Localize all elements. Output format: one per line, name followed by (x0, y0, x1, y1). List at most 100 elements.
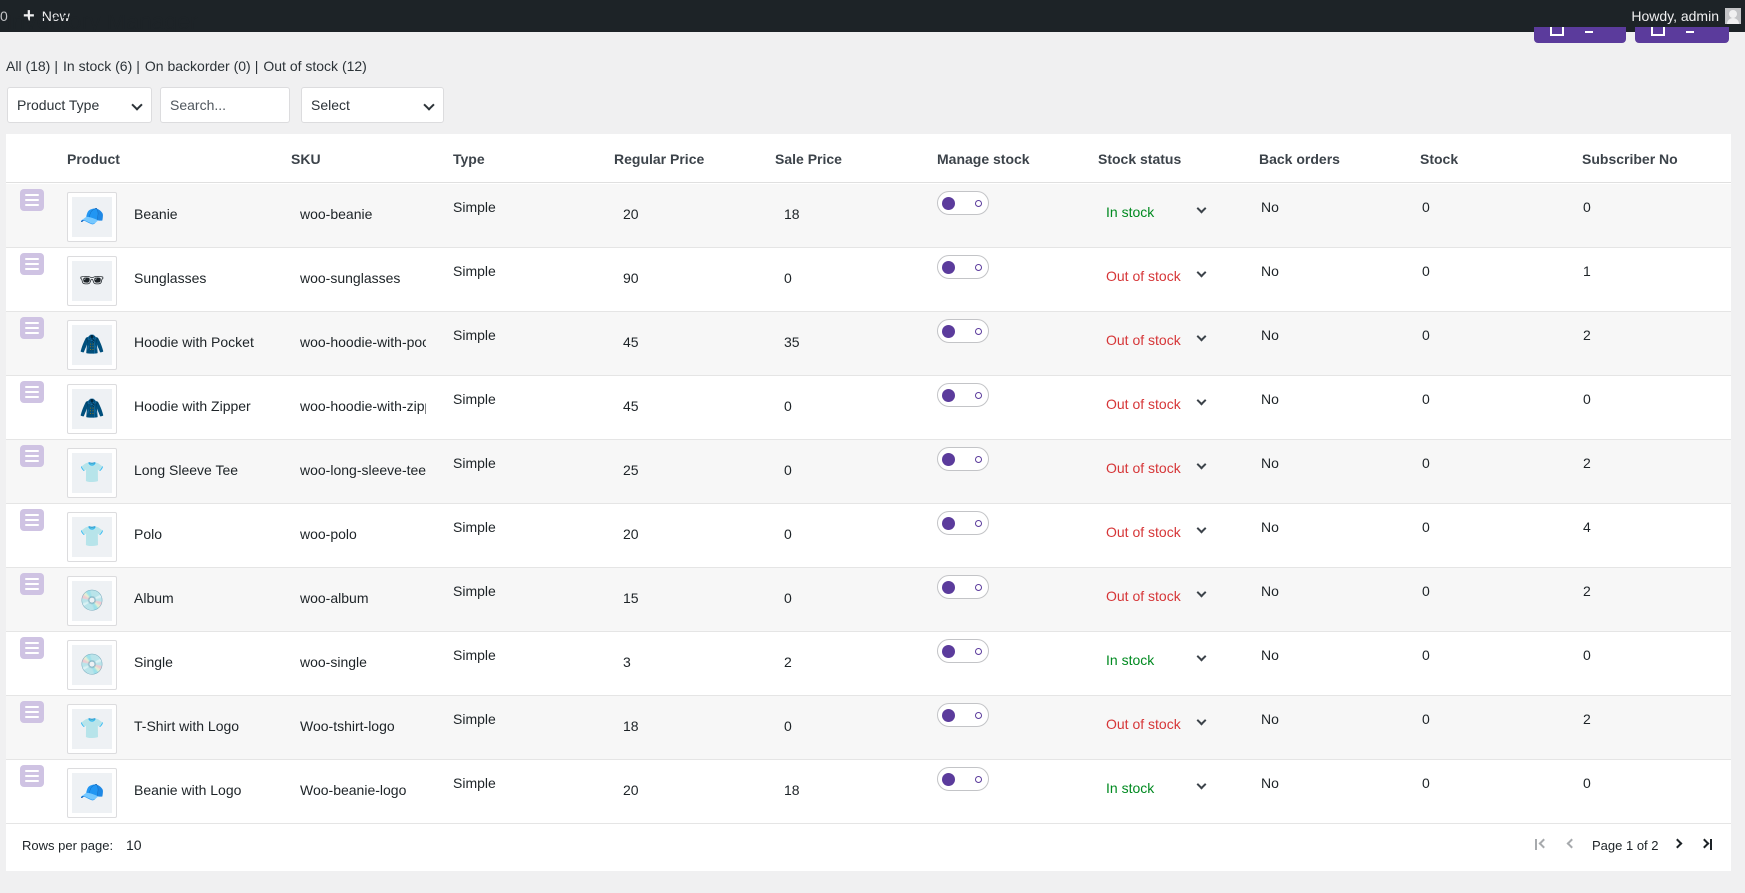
product-name[interactable]: Hoodie with Pocket (134, 334, 254, 350)
product-thumbnail[interactable]: 🧥 (67, 384, 117, 434)
manage-stock-toggle[interactable] (937, 447, 989, 471)
row-menu-icon[interactable] (20, 765, 44, 787)
regular-price[interactable]: 20 (623, 526, 639, 542)
manage-stock-toggle[interactable] (937, 255, 989, 279)
stock-status-select[interactable]: Out of stock (1106, 453, 1216, 477)
product-thumbnail[interactable]: 🕶 (67, 256, 117, 306)
sale-price[interactable]: 2 (784, 654, 792, 670)
product-thumbnail[interactable]: 👕 (67, 512, 117, 562)
stock-status-select[interactable]: Out of stock (1106, 389, 1216, 413)
manage-stock-toggle[interactable] (937, 319, 989, 343)
product-thumbnail[interactable]: 👕 (67, 448, 117, 498)
first-page-button[interactable] (1533, 836, 1549, 852)
product-name[interactable]: Beanie (134, 206, 178, 222)
product-thumbnail[interactable]: 💿 (67, 640, 117, 690)
stock-status-select[interactable]: Out of stock (1106, 261, 1216, 285)
col-sale-price[interactable]: Sale Price (775, 151, 842, 167)
filter-in-stock[interactable]: In stock (6) (63, 58, 132, 74)
row-menu-icon[interactable] (20, 509, 44, 531)
stock-status-select[interactable]: In stock (1106, 197, 1216, 221)
product-thumbnail[interactable]: 🧢 (67, 192, 117, 242)
regular-price[interactable]: 25 (623, 462, 639, 478)
manage-stock-toggle[interactable] (937, 767, 989, 791)
row-menu-icon[interactable] (20, 445, 44, 467)
rows-per-page-select[interactable]: 10 (126, 837, 142, 853)
regular-price[interactable]: 3 (623, 654, 631, 670)
product-name[interactable]: Long Sleeve Tee (134, 462, 238, 478)
row-menu-icon[interactable] (20, 701, 44, 723)
product-name[interactable]: Beanie with Logo (134, 782, 241, 798)
sale-price[interactable]: 0 (784, 462, 792, 478)
manage-stock-toggle[interactable] (937, 575, 989, 599)
regular-price[interactable]: 20 (623, 782, 639, 798)
sale-price[interactable]: 0 (784, 398, 792, 414)
row-menu-icon[interactable] (20, 381, 44, 403)
product-name[interactable]: Sunglasses (134, 270, 206, 286)
col-manage-stock[interactable]: Manage stock (937, 151, 1030, 167)
stock-status-select[interactable]: Out of stock (1106, 709, 1216, 733)
table-row: 👕 Long Sleeve Tee woo-long-sleeve-tee Simpl… (6, 440, 1731, 504)
regular-price[interactable]: 45 (623, 334, 639, 350)
col-back-orders[interactable]: Back orders (1259, 151, 1340, 167)
next-page-button[interactable] (1671, 836, 1687, 852)
regular-price[interactable]: 18 (623, 718, 639, 734)
sale-price[interactable]: 0 (784, 526, 792, 542)
sale-price[interactable]: 18 (784, 782, 800, 798)
search-input[interactable] (170, 97, 289, 113)
product-name[interactable]: T-Shirt with Logo (134, 718, 239, 734)
product-name[interactable]: Album (134, 590, 174, 606)
product-type-select[interactable]: Product Type (7, 87, 152, 123)
last-page-button[interactable] (1699, 836, 1715, 852)
row-menu-icon[interactable] (20, 253, 44, 275)
col-sku[interactable]: SKU (291, 151, 321, 167)
row-menu-icon[interactable] (20, 317, 44, 339)
search-box[interactable] (160, 87, 290, 123)
manage-stock-toggle[interactable] (937, 511, 989, 535)
product-thumbnail[interactable]: 👕 (67, 704, 117, 754)
sale-price[interactable]: 0 (784, 590, 792, 606)
sale-price[interactable]: 0 (784, 270, 792, 286)
subscriber-count: 1 (1583, 263, 1591, 279)
manage-stock-toggle[interactable] (937, 703, 989, 727)
stock-status-select[interactable]: In stock (1106, 773, 1216, 797)
product-thumbnail[interactable]: 💿 (67, 576, 117, 626)
manage-stock-toggle[interactable] (937, 383, 989, 407)
filter-out-of-stock[interactable]: Out of stock (12) (263, 58, 366, 74)
manage-stock-toggle[interactable] (937, 191, 989, 215)
filter-on-backorder[interactable]: On backorder (0) (145, 58, 251, 74)
stock-status-select[interactable]: In stock (1106, 645, 1216, 669)
row-menu-icon[interactable] (20, 189, 44, 211)
regular-price[interactable]: 45 (623, 398, 639, 414)
sale-price[interactable]: 0 (784, 718, 792, 734)
regular-price[interactable]: 15 (623, 590, 639, 606)
import-button[interactable] (1635, 27, 1729, 43)
prev-page-button[interactable] (1563, 836, 1579, 852)
regular-price[interactable]: 20 (623, 206, 639, 222)
rows-per-page-label: Rows per page: (22, 838, 114, 853)
bulk-select[interactable]: Select (301, 87, 444, 123)
col-stock-status[interactable]: Stock status (1098, 151, 1181, 167)
stock-status-select[interactable]: Out of stock (1106, 581, 1216, 605)
sale-price[interactable]: 35 (784, 334, 800, 350)
export-button[interactable] (1534, 27, 1626, 43)
filter-all[interactable]: All (18) (6, 58, 50, 74)
stock-quantity: 0 (1422, 199, 1430, 215)
col-regular-price[interactable]: Regular Price (614, 151, 704, 167)
row-menu-icon[interactable] (20, 573, 44, 595)
col-subscriber-no[interactable]: Subscriber No (1582, 151, 1678, 167)
product-thumbnail[interactable]: 🧢 (67, 768, 117, 818)
back-orders: No (1261, 199, 1279, 215)
stock-status-select[interactable]: Out of stock (1106, 517, 1216, 541)
col-product[interactable]: Product (67, 151, 120, 167)
row-menu-icon[interactable] (20, 637, 44, 659)
product-name[interactable]: Single (134, 654, 173, 670)
manage-stock-toggle[interactable] (937, 639, 989, 663)
product-thumbnail[interactable]: 🧥 (67, 320, 117, 370)
product-name[interactable]: Hoodie with Zipper (134, 398, 251, 414)
stock-status-select[interactable]: Out of stock (1106, 325, 1216, 349)
col-stock[interactable]: Stock (1420, 151, 1458, 167)
product-name[interactable]: Polo (134, 526, 162, 542)
sale-price[interactable]: 18 (784, 206, 800, 222)
regular-price[interactable]: 90 (623, 270, 639, 286)
col-type[interactable]: Type (453, 151, 485, 167)
